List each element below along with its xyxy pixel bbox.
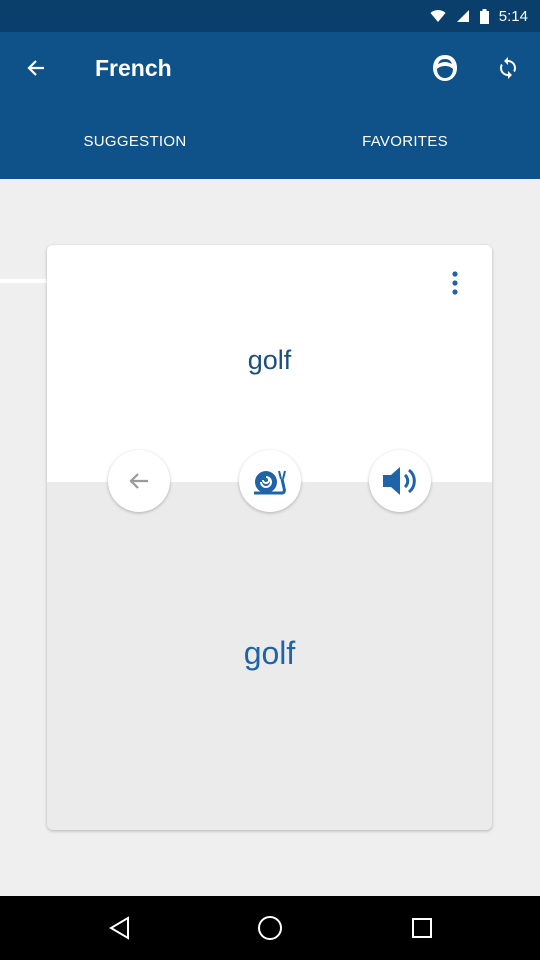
signal-icon [456, 10, 469, 22]
tab-favorites[interactable]: FAVORITES [270, 104, 540, 179]
speaker-icon [383, 467, 416, 495]
battery-icon [479, 8, 489, 24]
tab-favorites-label: FAVORITES [362, 133, 448, 150]
status-bar: 5:14 [0, 0, 540, 32]
circle-home-icon [258, 916, 282, 940]
status-icons: 5:14 [430, 0, 528, 32]
system-nav-bar [0, 896, 540, 960]
profile-icon [433, 55, 457, 81]
tab-suggestion-label: SUGGESTION [83, 133, 187, 150]
snail-icon [254, 470, 286, 495]
slow-audio-button[interactable] [239, 450, 301, 512]
front-word: golf [247, 345, 292, 375]
nav-home-button[interactable] [246, 904, 294, 952]
profile-button[interactable] [421, 44, 469, 92]
back-button[interactable] [12, 44, 60, 92]
square-recents-icon [412, 918, 432, 938]
app-bar: French [0, 32, 540, 104]
refresh-icon [500, 57, 516, 79]
tab-suggestion[interactable]: SUGGESTION [0, 104, 270, 179]
more-vert-icon [452, 271, 458, 295]
nav-back-button[interactable] [95, 904, 143, 952]
back-word: golf [243, 635, 296, 671]
more-options-button[interactable] [439, 267, 471, 299]
wifi-icon [430, 10, 446, 22]
nav-recents-button[interactable] [398, 904, 446, 952]
triangle-back-icon [109, 916, 129, 940]
flashcard[interactable]: golf golf [47, 245, 492, 830]
status-time: 5:14 [498, 7, 528, 25]
refresh-button[interactable] [484, 44, 532, 92]
previous-button[interactable] [108, 450, 170, 512]
tab-bar: SUGGESTION FAVORITES [0, 104, 540, 283]
page-title: French [95, 55, 172, 81]
arrow-left-icon [27, 60, 44, 76]
arrow-left-icon [129, 473, 148, 489]
play-sound-button[interactable] [369, 450, 431, 512]
